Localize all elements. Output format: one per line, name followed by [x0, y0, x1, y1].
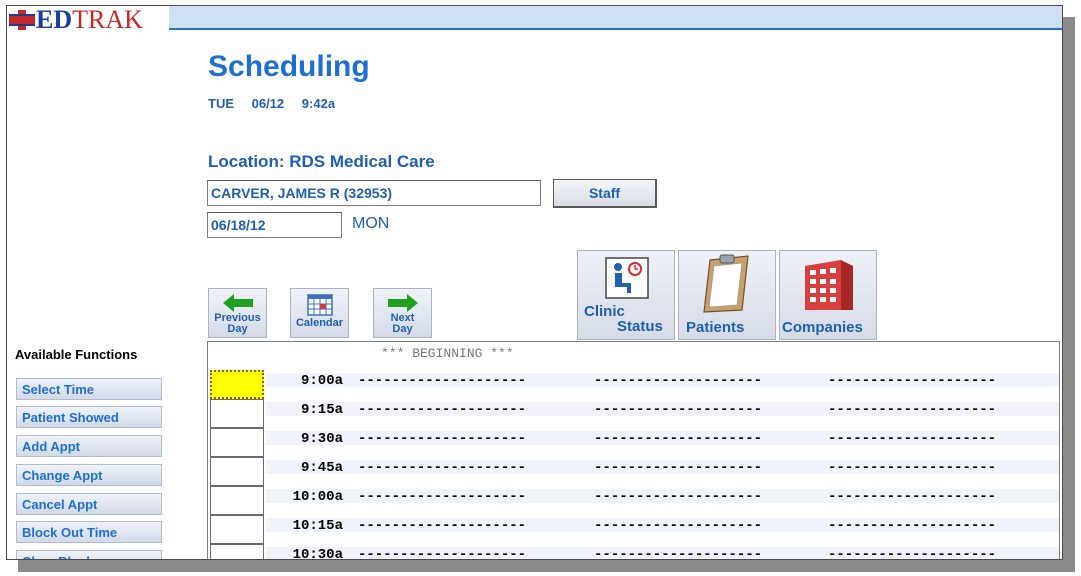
building-icon	[805, 260, 853, 310]
slot-column-2: --------------------	[594, 402, 763, 418]
change-appt-button[interactable]: Change Appt	[16, 464, 162, 486]
cancel-appt-button[interactable]: Cancel Appt	[16, 493, 162, 515]
slot-time: 9:45a	[300, 460, 343, 476]
slot-select-box[interactable]	[210, 399, 264, 428]
available-functions-heading: Available Functions	[15, 347, 138, 362]
patients-label: Patients	[686, 319, 745, 336]
next-day-button[interactable]: Next Day	[373, 288, 432, 338]
previous-day-button[interactable]: Previous Day	[208, 288, 267, 338]
patients-button[interactable]: Patients	[678, 250, 776, 340]
slot-column-3: --------------------	[828, 547, 997, 560]
slot-column-1: --------------------	[358, 518, 527, 534]
patient-field[interactable]: CARVER, JAMES R (32953)	[207, 180, 541, 206]
schedule-row[interactable]: 10:15a -------------------- ------------…	[208, 515, 1059, 544]
logo-text-ed: ED	[36, 5, 73, 34]
slot-column-2: --------------------	[594, 489, 763, 505]
slot-column-2: --------------------	[594, 547, 763, 560]
slot-column-3: --------------------	[828, 431, 997, 447]
slot-select-box[interactable]	[210, 486, 264, 515]
schedule-row[interactable]: 10:00a -------------------- ------------…	[208, 486, 1059, 515]
schedule-row[interactable]: 9:30a -------------------- -------------…	[208, 428, 1059, 457]
medical-cross-icon	[9, 9, 35, 31]
clinic-status-button[interactable]: Clinic Status	[577, 250, 675, 340]
current-day: TUE	[208, 96, 234, 111]
slot-time: 9:15a	[300, 402, 343, 418]
slot-time: 10:15a	[292, 518, 343, 534]
app-window: EDTRAK Scheduling TUE 06/12 9:42a Locati…	[6, 5, 1063, 560]
location-label: Location: RDS Medical Care	[208, 152, 435, 171]
slot-select-box[interactable]	[210, 428, 264, 457]
slot-column-2: --------------------	[594, 373, 763, 389]
companies-button[interactable]: Companies	[779, 250, 877, 340]
current-datetime: TUE 06/12 9:42a	[208, 96, 335, 111]
current-date: 06/12	[251, 96, 285, 111]
calendar-button[interactable]: Calendar	[290, 288, 349, 338]
slot-column-3: --------------------	[828, 518, 997, 534]
clear-block-button[interactable]: Clear Block	[16, 550, 162, 559]
slot-column-3: --------------------	[828, 373, 997, 389]
select-time-button[interactable]: Select Time	[16, 378, 162, 400]
clinic-status-label-2: Status	[617, 318, 663, 335]
right-arrow-icon	[387, 294, 418, 312]
slot-column-1: --------------------	[358, 402, 527, 418]
slot-column-1: --------------------	[358, 547, 527, 560]
medtrak-logo: EDTRAK	[9, 6, 147, 34]
clinic-status-label-1: Clinic	[584, 303, 625, 320]
slot-time: 10:00a	[292, 489, 343, 505]
clipboard-icon	[703, 254, 749, 313]
schedule-row[interactable]: 9:45a -------------------- -------------…	[208, 457, 1059, 486]
calendar-icon	[306, 294, 333, 316]
patient-showed-button[interactable]: Patient Showed	[16, 406, 162, 428]
slot-select-box[interactable]	[210, 370, 264, 399]
current-time: 9:42a	[301, 96, 336, 111]
companies-label: Companies	[782, 319, 863, 336]
slot-time: 10:30a	[292, 547, 343, 560]
day-of-week-label: MON	[352, 215, 390, 232]
slot-select-box[interactable]	[210, 457, 264, 486]
slot-time: 9:00a	[300, 373, 343, 389]
slot-column-1: --------------------	[358, 460, 527, 476]
slot-column-1: --------------------	[358, 373, 527, 389]
add-appt-button[interactable]: Add Appt	[16, 435, 162, 457]
schedule-row[interactable]: 9:00a -------------------- -------------…	[208, 370, 1059, 399]
title-band	[169, 6, 1062, 30]
page-title: Scheduling	[208, 50, 370, 83]
slot-column-3: --------------------	[828, 489, 997, 505]
calendar-label: Calendar	[295, 317, 344, 329]
slot-column-1: --------------------	[358, 431, 527, 447]
next-day-label-2: Day	[392, 323, 413, 335]
left-arrow-icon	[222, 294, 253, 312]
block-out-time-button[interactable]: Block Out Time	[16, 521, 162, 543]
schedule-row[interactable]: 9:15a -------------------- -------------…	[208, 399, 1059, 428]
slot-column-1: --------------------	[358, 489, 527, 505]
slot-column-2: --------------------	[594, 518, 763, 534]
previous-day-label-2: Day	[227, 323, 248, 335]
slot-select-box[interactable]	[210, 515, 264, 544]
schedule-date-field[interactable]: 06/18/12	[207, 212, 342, 238]
slot-column-3: --------------------	[828, 460, 997, 476]
slot-time: 9:30a	[300, 431, 343, 447]
clinic-status-icon	[605, 257, 649, 299]
slot-column-2: --------------------	[594, 460, 763, 476]
beginning-marker: *** BEGINNING ***	[381, 346, 514, 361]
schedule-grid: *** BEGINNING *** 9:00a ----------------…	[207, 341, 1060, 560]
slot-select-box[interactable]	[210, 544, 264, 559]
schedule-row[interactable]: 10:30a -------------------- ------------…	[208, 544, 1059, 560]
logo-text-trak: TRAK	[72, 5, 143, 34]
title-bar: EDTRAK	[7, 6, 1062, 34]
staff-button[interactable]: Staff	[553, 179, 657, 208]
slot-column-3: --------------------	[828, 402, 997, 418]
slot-column-2: --------------------	[594, 431, 763, 447]
